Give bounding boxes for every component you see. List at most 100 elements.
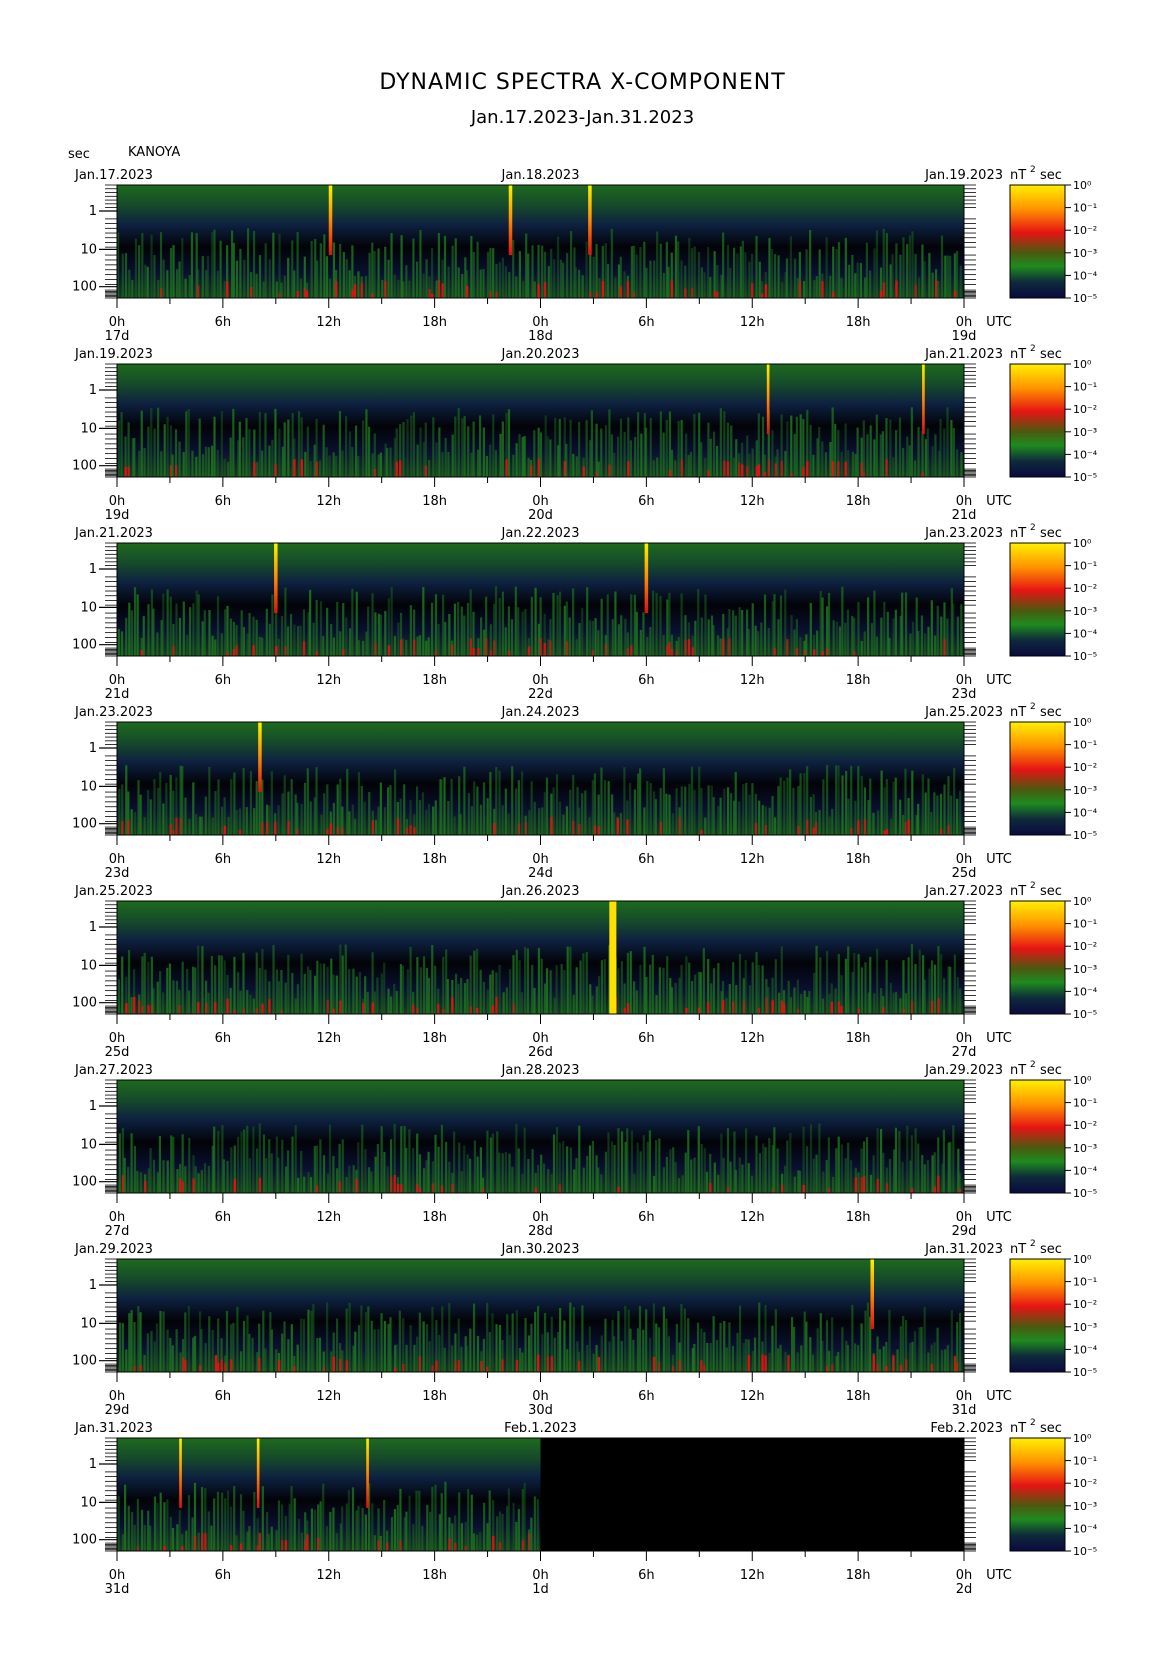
activity-streak — [223, 960, 226, 1014]
activity-streak — [616, 436, 620, 477]
activity-streak — [856, 427, 859, 477]
activity-streak — [819, 957, 822, 1014]
activity-streak-high — [825, 1366, 829, 1372]
activity-streak — [306, 426, 309, 477]
activity-streak — [168, 963, 172, 1014]
activity-streak — [162, 1311, 165, 1372]
activity-streak — [927, 626, 930, 656]
activity-streak — [187, 990, 191, 1014]
activity-streak — [670, 449, 674, 477]
activity-streak — [496, 1131, 499, 1193]
activity-streak — [790, 415, 793, 477]
activity-streak-high — [757, 464, 761, 477]
activity-streak — [235, 1535, 238, 1551]
activity-streak — [435, 280, 438, 298]
day-label-start: 29d — [105, 1403, 130, 1418]
activity-streak — [521, 611, 524, 656]
activity-streak — [226, 461, 230, 477]
activity-streak — [685, 433, 688, 477]
activity-streak — [390, 587, 393, 656]
activity-streak-high — [454, 1542, 457, 1551]
activity-streak — [280, 282, 283, 298]
activity-streak — [457, 267, 460, 298]
activity-streak — [332, 242, 336, 298]
activity-streak — [882, 1346, 885, 1372]
event-spike — [274, 543, 278, 614]
activity-streak — [851, 254, 854, 298]
activity-streak — [451, 245, 454, 298]
activity-streak-high — [197, 285, 200, 298]
activity-streak — [338, 410, 342, 477]
activity-streak — [585, 241, 588, 298]
activity-streak — [249, 994, 252, 1014]
activity-streak — [541, 807, 544, 835]
activity-streak — [451, 1523, 454, 1551]
activity-streak-high — [274, 822, 277, 835]
activity-streak-high — [424, 465, 428, 477]
activity-streak — [213, 416, 216, 477]
activity-streak — [585, 951, 588, 1014]
activity-streak — [700, 617, 703, 656]
activity-streak — [418, 635, 422, 656]
activity-streak — [275, 969, 278, 1014]
activity-streak — [371, 1503, 374, 1551]
activity-streak — [300, 1150, 303, 1193]
activity-streak — [672, 1147, 675, 1193]
activity-streak — [923, 1164, 926, 1193]
activity-streak-high — [345, 1360, 348, 1372]
activity-streak — [700, 788, 703, 835]
activity-streak — [204, 446, 208, 477]
activity-streak-high — [627, 461, 630, 477]
activity-streak — [176, 269, 179, 298]
x-tick-label: 12h — [316, 1389, 341, 1404]
activity-streak — [515, 949, 518, 1014]
activity-streak — [617, 968, 620, 1014]
activity-streak — [918, 1327, 921, 1372]
activity-streak — [220, 411, 223, 477]
activity-streak — [498, 964, 501, 1014]
activity-streak — [732, 610, 735, 656]
activity-streak — [889, 982, 892, 1014]
activity-streak — [872, 812, 875, 835]
activity-streak — [482, 268, 485, 298]
activity-streak — [246, 1531, 249, 1551]
activity-streak — [803, 773, 806, 835]
day-label-end: 23d — [952, 687, 977, 702]
colorbar-tick-label: 10⁻² — [1073, 582, 1097, 595]
activity-streak — [656, 231, 659, 298]
activity-streak — [837, 765, 840, 835]
activity-streak — [851, 1304, 854, 1372]
activity-streak — [784, 589, 787, 656]
activity-streak — [291, 1136, 294, 1193]
activity-streak — [328, 278, 332, 298]
activity-streak — [639, 1151, 642, 1193]
activity-streak — [869, 778, 872, 835]
activity-streak — [366, 991, 369, 1014]
day-label-mid: 24d — [528, 866, 553, 881]
activity-streak — [818, 810, 821, 835]
activity-streak — [379, 782, 382, 835]
colorbar-tick-label: 10⁻⁵ — [1073, 650, 1097, 663]
activity-streak — [149, 1148, 152, 1193]
activity-streak — [751, 448, 754, 477]
activity-streak-high — [204, 1003, 208, 1014]
activity-streak — [147, 1510, 150, 1551]
activity-streak — [352, 1165, 355, 1193]
activity-streak — [418, 1154, 422, 1193]
day-label-mid: 22d — [528, 687, 553, 702]
x-tick-label: 18h — [422, 1568, 447, 1583]
activity-streak — [624, 1305, 627, 1372]
x-tick-label: 6h — [215, 494, 232, 509]
activity-streak — [505, 987, 508, 1014]
activity-streak-high — [182, 1357, 185, 1372]
activity-streak — [395, 990, 398, 1014]
x-tick-label: 6h — [215, 1210, 232, 1225]
activity-streak-high — [593, 825, 597, 835]
colorbar-tick-label: 10⁻⁵ — [1073, 471, 1097, 484]
colorbar-tick-label: 10⁻⁴ — [1073, 448, 1098, 461]
activity-streak — [883, 601, 886, 656]
activity-streak — [825, 951, 829, 1014]
activity-streak-high — [133, 1366, 136, 1372]
activity-streak — [239, 990, 242, 1014]
activity-streak — [357, 640, 361, 656]
